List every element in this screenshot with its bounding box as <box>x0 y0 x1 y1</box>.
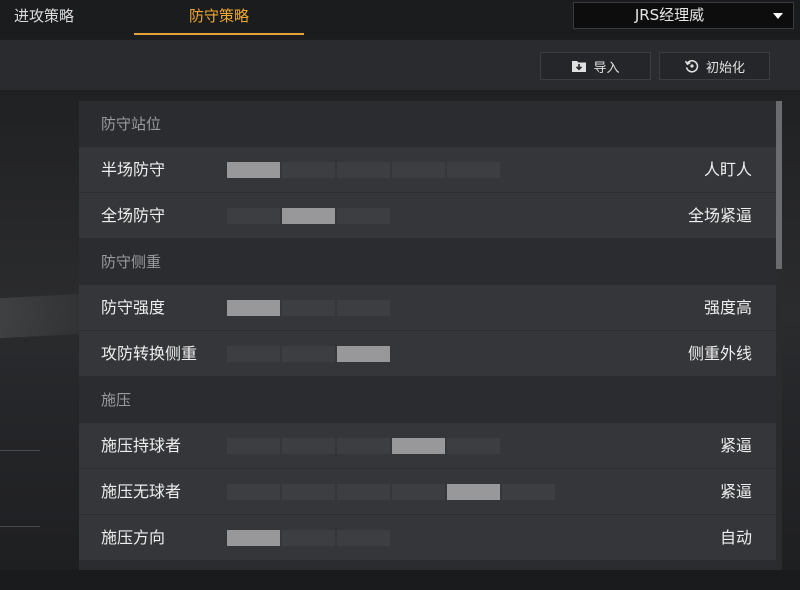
setting-row-pressure-ball-handler[interactable]: 施压持球者 紧逼 <box>79 423 776 469</box>
slider-segment[interactable] <box>337 484 390 500</box>
setting-slider[interactable] <box>227 484 555 500</box>
slider-segment[interactable] <box>337 162 390 178</box>
setting-slider[interactable] <box>227 208 390 224</box>
setting-label: 施压持球者 <box>101 436 182 455</box>
setting-value: 全场紧逼 <box>687 206 752 225</box>
setting-label: 防守强度 <box>101 298 166 317</box>
setting-value: 紧逼 <box>719 436 752 455</box>
active-tab-underline <box>134 33 304 35</box>
section-title-pressure: 施压 <box>101 391 132 409</box>
slider-segment[interactable] <box>392 484 445 500</box>
setting-row-transition-focus[interactable]: 攻防转换侧重 侧重外线 <box>79 331 776 377</box>
scrollbar-thumb[interactable] <box>776 101 782 269</box>
strategy-preset-dropdown[interactable]: JRS经理威 <box>573 2 794 29</box>
defense-settings-panel: 防守站位 半场防守 人盯人 全场防守 全场紧逼 防守侧重 防守强度 强度高 攻防… <box>79 101 776 570</box>
slider-segment[interactable] <box>337 300 390 316</box>
setting-label: 施压无球者 <box>101 482 182 501</box>
setting-slider[interactable] <box>227 346 390 362</box>
slider-segment[interactable] <box>447 162 500 178</box>
setting-label: 施压方向 <box>101 528 166 547</box>
setting-slider[interactable] <box>227 530 390 546</box>
panel-scrollbar[interactable] <box>776 101 782 570</box>
section-title-positioning: 防守站位 <box>101 115 162 133</box>
chevron-down-icon <box>773 13 783 19</box>
slider-segment-selected[interactable] <box>392 438 445 454</box>
setting-label: 半场防守 <box>101 160 166 179</box>
slider-segment-selected[interactable] <box>447 484 500 500</box>
import-button[interactable]: 导入 <box>540 52 651 80</box>
dropdown-selected-value: JRS经理威 <box>634 6 705 24</box>
setting-label: 攻防转换侧重 <box>101 344 198 363</box>
reset-button-label: 初始化 <box>705 60 745 76</box>
setting-value: 强度高 <box>703 298 752 317</box>
top-tab-bar: 进攻策略 防守策略 JRS经理威 <box>0 0 800 36</box>
slider-segment-selected[interactable] <box>227 530 280 546</box>
slider-segment-selected[interactable] <box>227 300 280 316</box>
reset-button[interactable]: 初始化 <box>659 52 770 80</box>
setting-row-pressure-direction[interactable]: 施压方向 自动 <box>79 515 776 561</box>
folder-download-icon <box>572 61 587 72</box>
setting-row-pressure-off-ball[interactable]: 施压无球者 紧逼 <box>79 469 776 515</box>
bottom-band <box>0 570 800 590</box>
setting-row-full-court-defense[interactable]: 全场防守 全场紧逼 <box>79 193 776 239</box>
setting-label: 全场防守 <box>101 206 166 225</box>
slider-segment[interactable] <box>282 530 335 546</box>
setting-row-defense-intensity[interactable]: 防守强度 强度高 <box>79 285 776 331</box>
slider-segment[interactable] <box>337 530 390 546</box>
background-divider <box>0 526 40 527</box>
setting-slider[interactable] <box>227 162 500 178</box>
slider-segment-selected[interactable] <box>227 162 280 178</box>
reset-icon <box>684 59 699 73</box>
setting-value: 侧重外线 <box>687 344 752 363</box>
slider-segment[interactable] <box>282 162 335 178</box>
slider-segment[interactable] <box>282 346 335 362</box>
slider-segment[interactable] <box>227 438 280 454</box>
slider-segment[interactable] <box>337 208 390 224</box>
setting-value: 人盯人 <box>703 160 752 179</box>
slider-segment[interactable] <box>282 300 335 316</box>
tab-offense-strategy[interactable]: 进攻策略 <box>0 0 96 36</box>
slider-segment[interactable] <box>282 438 335 454</box>
background-divider <box>0 450 40 451</box>
setting-slider[interactable] <box>227 438 500 454</box>
slider-segment[interactable] <box>227 208 280 224</box>
tab-defense-strategy[interactable]: 防守策略 <box>134 0 304 36</box>
slider-segment[interactable] <box>337 438 390 454</box>
slider-segment[interactable] <box>227 346 280 362</box>
slider-segment[interactable] <box>447 438 500 454</box>
slider-segment[interactable] <box>227 484 280 500</box>
slider-segment[interactable] <box>282 484 335 500</box>
setting-row-half-court-defense[interactable]: 半场防守 人盯人 <box>79 147 776 193</box>
toolbar: 导入 初始化 <box>0 40 800 90</box>
slider-segment[interactable] <box>502 484 555 500</box>
import-button-label: 导入 <box>593 60 620 76</box>
slider-segment-selected[interactable] <box>337 346 390 362</box>
setting-value: 紧逼 <box>719 482 752 501</box>
slider-segment-selected[interactable] <box>282 208 335 224</box>
tab-defense-strategy-label: 防守策略 <box>188 7 249 25</box>
setting-value: 自动 <box>719 528 752 547</box>
section-title-defense-focus: 防守侧重 <box>101 253 162 271</box>
setting-slider[interactable] <box>227 300 390 316</box>
slider-segment[interactable] <box>392 162 445 178</box>
